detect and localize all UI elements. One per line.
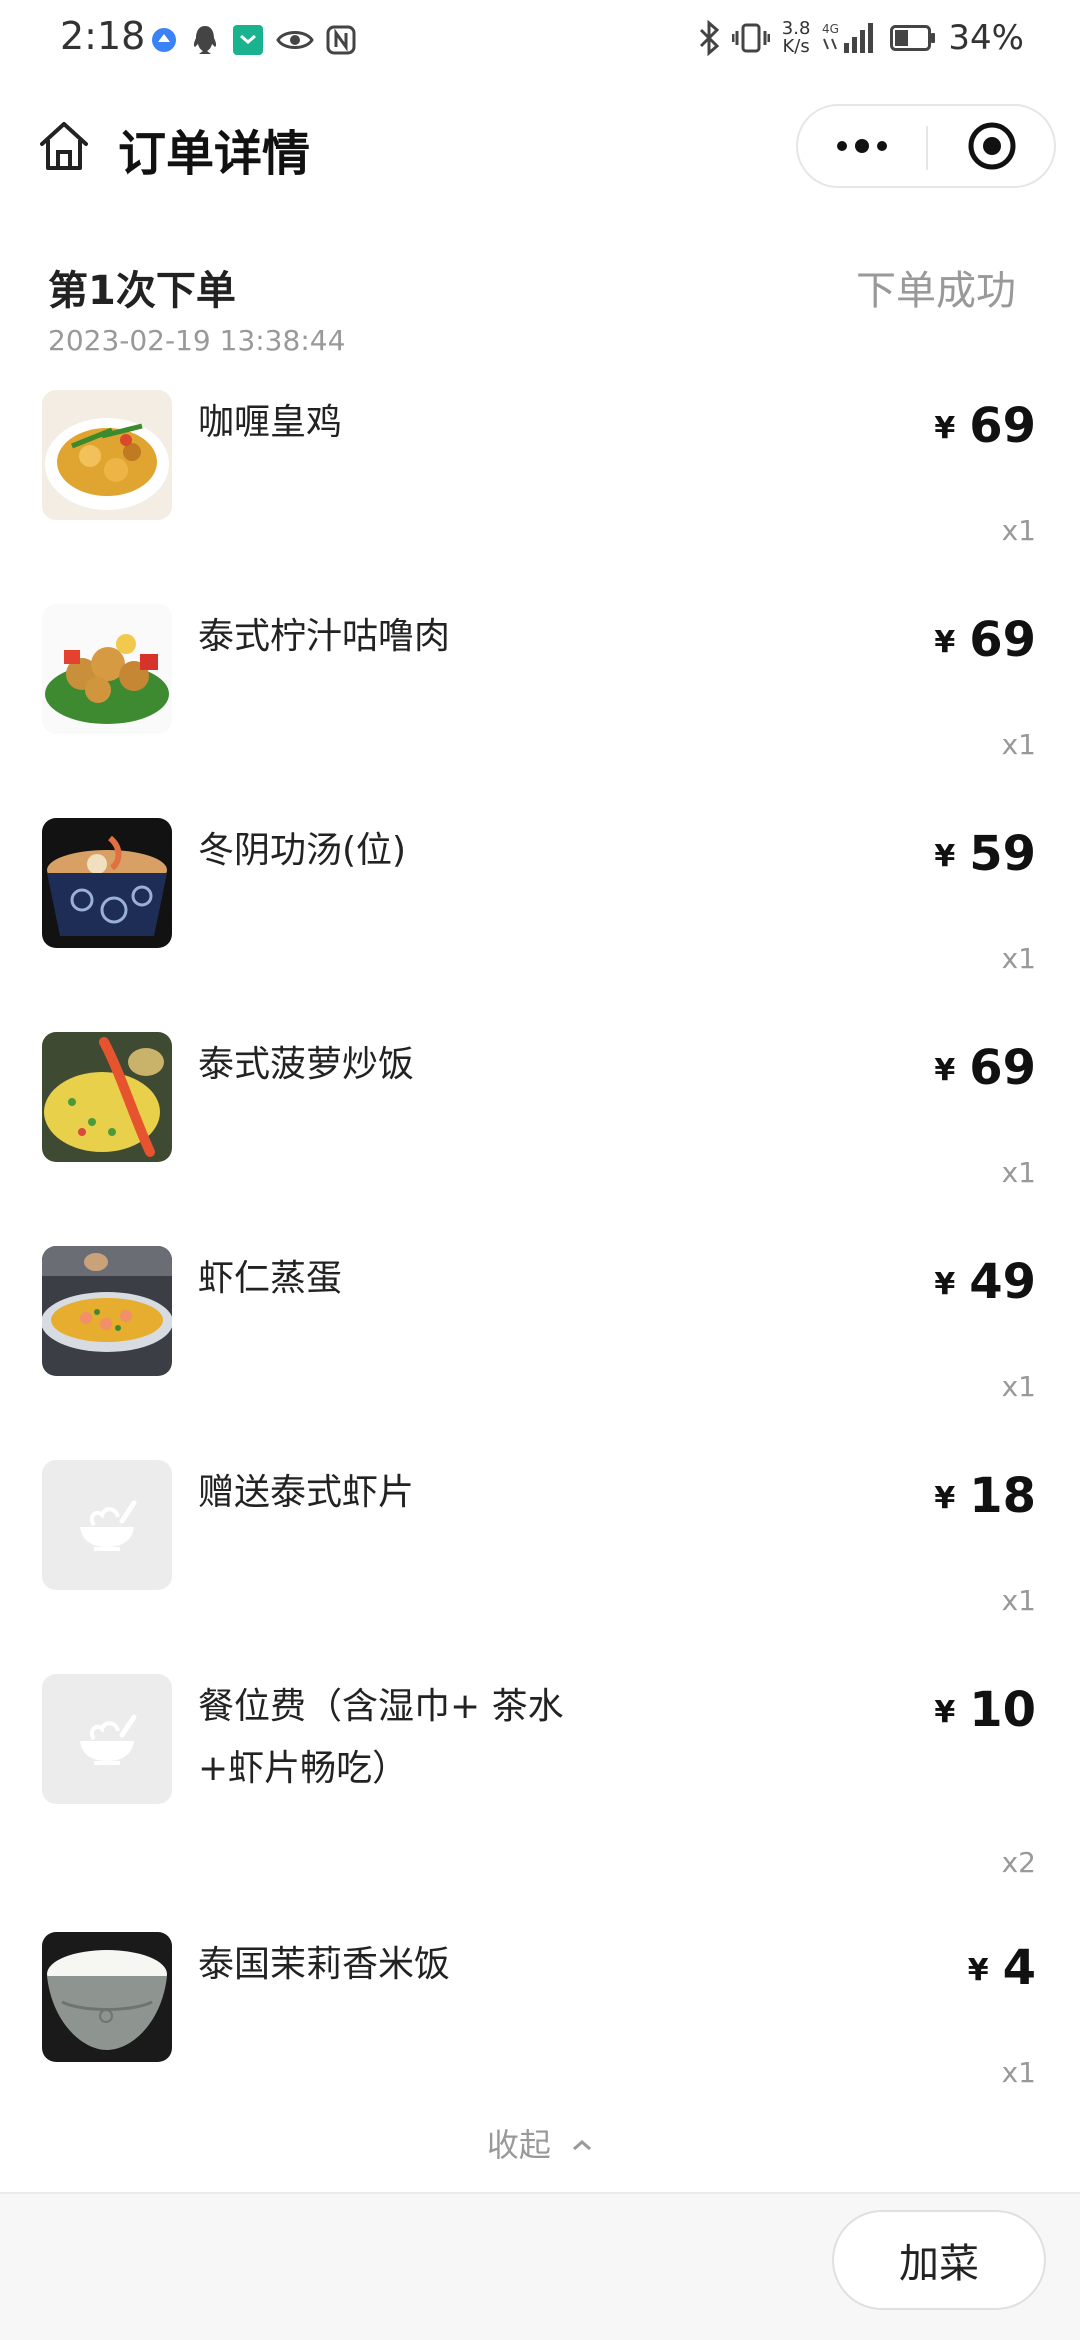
order-item: 冬阴功汤(位) ¥59 x1 xyxy=(0,818,1080,1032)
network-type: 4G xyxy=(822,22,839,36)
dish-price-value: 59 xyxy=(969,826,1036,882)
currency-symbol: ¥ xyxy=(934,1053,956,1088)
tom-yum-soup-image xyxy=(42,818,172,948)
dish-price: ¥69 xyxy=(934,398,1036,454)
dish-name: 咖喱皇鸡 xyxy=(198,402,343,443)
chevron-up-icon xyxy=(573,2140,592,2151)
dish-price-value: 18 xyxy=(969,1468,1036,1524)
target-close-icon xyxy=(968,122,1016,170)
network-speed: 3.8 K/s xyxy=(782,20,811,56)
dish-image-placeholder xyxy=(42,1460,172,1590)
dish-price-value: 69 xyxy=(969,398,1036,454)
status-time: 2:18 xyxy=(60,14,146,58)
dish-image xyxy=(42,1246,172,1376)
eye-icon xyxy=(276,31,314,49)
dish-image xyxy=(42,1032,172,1162)
order-item: 泰式柠汁咕噜肉 ¥69 x1 xyxy=(0,604,1080,818)
more-button[interactable] xyxy=(798,106,926,186)
dish-price: ¥59 xyxy=(934,826,1036,882)
dish-quantity: x1 xyxy=(1001,942,1036,975)
more-dots-icon xyxy=(837,139,887,153)
dish-name: 泰式菠萝炒饭 xyxy=(198,1044,415,1085)
order-item: 咖喱皇鸡 ¥69 x1 xyxy=(0,390,1080,604)
dish-name: 虾仁蒸蛋 xyxy=(198,1258,343,1299)
qq-icon xyxy=(193,26,217,54)
currency-symbol: ¥ xyxy=(934,1481,956,1516)
dish-price: ¥49 xyxy=(934,1254,1036,1310)
currency-symbol: ¥ xyxy=(934,839,956,874)
dish-price-value: 4 xyxy=(1002,1940,1036,1996)
pineapple-fried-rice-image xyxy=(42,1032,172,1162)
dish-image-placeholder xyxy=(42,1674,172,1804)
curry-chicken-image xyxy=(42,390,172,520)
dish-price: ¥69 xyxy=(934,612,1036,668)
status-notification-icons xyxy=(150,20,356,60)
dish-quantity: x1 xyxy=(1001,1584,1036,1617)
dish-name: 泰国茉莉香米饭 xyxy=(198,1944,451,1985)
dish-price: ¥10 xyxy=(934,1682,1036,1738)
sweet-sour-pork-image xyxy=(42,604,172,734)
dish-image xyxy=(42,604,172,734)
add-dish-button[interactable]: 加菜 xyxy=(832,2210,1046,2310)
dish-name: 泰式柠汁咕噜肉 xyxy=(198,616,451,657)
dish-image xyxy=(42,1932,172,2062)
app-badge-icon xyxy=(233,25,263,55)
dish-price: ¥18 xyxy=(934,1468,1036,1524)
jasmine-rice-image xyxy=(42,1932,172,2062)
network-speed-unit: K/s xyxy=(782,36,810,57)
dish-name: 赠送泰式虾片 xyxy=(198,1472,415,1513)
mini-program-capsule xyxy=(796,104,1056,188)
dish-price-value: 69 xyxy=(969,612,1036,668)
shrimp-steamed-egg-image xyxy=(42,1246,172,1376)
status-bar: 2:18 3.8 K/s 4G 34% xyxy=(0,0,1080,80)
dish-quantity: x1 xyxy=(1001,728,1036,761)
collapse-toggle[interactable]: 收起 xyxy=(0,2120,1080,2166)
nfc-icon xyxy=(326,25,356,55)
dish-image xyxy=(42,390,172,520)
dish-quantity: x1 xyxy=(1001,1156,1036,1189)
status-system-icons: 3.8 K/s 4G 34% xyxy=(698,16,1024,60)
currency-symbol: ¥ xyxy=(934,411,956,446)
order-item: 赠送泰式虾片 ¥18 x1 xyxy=(0,1460,1080,1674)
dish-price-value: 69 xyxy=(969,1040,1036,1096)
vibrate-icon xyxy=(731,23,770,53)
collapse-label: 收起 xyxy=(486,2126,551,2164)
dish-image xyxy=(42,818,172,948)
bowl-placeholder-icon xyxy=(80,1714,137,1765)
page-title: 订单详情 xyxy=(118,126,311,182)
battery-percent: 34% xyxy=(948,18,1024,58)
bluetooth-icon xyxy=(699,20,719,56)
order-status: 下单成功 xyxy=(856,268,1016,314)
dish-name: 冬阴功汤(位) xyxy=(198,830,407,871)
currency-symbol: ¥ xyxy=(934,1267,956,1302)
dish-quantity: x1 xyxy=(1001,2056,1036,2089)
order-item: 餐位费（含湿巾+ 茶水+虾片畅吃） ¥10 x2 xyxy=(0,1674,1080,1932)
home-icon xyxy=(40,122,88,170)
dish-price: ¥69 xyxy=(934,1040,1036,1096)
dish-price-value: 10 xyxy=(969,1682,1036,1738)
bottom-action-bar: 加菜 xyxy=(0,2192,1080,2340)
dish-name: 餐位费（含湿巾+ 茶水+虾片畅吃） xyxy=(198,1686,564,1789)
signal-icon: 4G xyxy=(822,22,874,53)
app-notification-icon xyxy=(152,28,176,52)
order-item: 泰式菠萝炒饭 ¥69 x1 xyxy=(0,1032,1080,1246)
order-item: 泰国茉莉香米饭 ¥4 x1 xyxy=(0,1932,1080,2146)
dish-quantity: x2 xyxy=(1001,1846,1036,1879)
battery-icon xyxy=(890,25,936,51)
header: 订单详情 xyxy=(0,100,1080,190)
close-mini-program-button[interactable] xyxy=(928,106,1056,186)
bowl-placeholder-icon xyxy=(80,1500,137,1551)
order-item: 虾仁蒸蛋 ¥49 x1 xyxy=(0,1246,1080,1460)
home-button[interactable] xyxy=(36,118,92,174)
order-time: 2023-02-19 13:38:44 xyxy=(48,324,346,357)
currency-symbol: ¥ xyxy=(967,1953,989,1988)
currency-symbol: ¥ xyxy=(934,1695,956,1730)
currency-symbol: ¥ xyxy=(934,625,956,660)
dish-quantity: x1 xyxy=(1001,514,1036,547)
dish-quantity: x1 xyxy=(1001,1370,1036,1403)
order-round-title: 第1次下单 xyxy=(48,268,236,314)
dish-price: ¥4 xyxy=(968,1940,1036,1996)
dish-price-value: 49 xyxy=(969,1254,1036,1310)
